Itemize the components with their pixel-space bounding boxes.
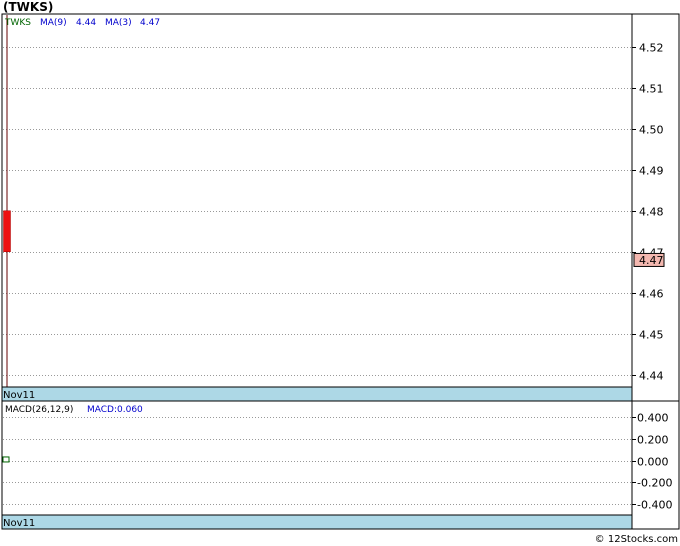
footer-credit: © 12Stocks.com [594,534,678,545]
price-tick-label: 4.49 [639,165,664,178]
chart-canvas: 4.44 4.45 4.46 4.47 4.48 4.49 4.50 4.51 4.52 TWK… [1,13,680,530]
price-panel: 4.44 4.45 4.46 4.47 4.48 4.49 4.50 4.51 4.52 TWK… [1,13,680,402]
macd-tick-label: -0.200 [637,477,672,490]
price-tick-label: 4.44 [639,370,664,383]
macd-tick-label: 0.400 [637,412,669,425]
price-tick-label: 4.50 [639,124,664,137]
legend-macd-params: MACD(26,12,9) [5,405,73,415]
price-tick-label: 4.51 [639,83,664,96]
macd-tick-label: 0.200 [637,434,669,447]
price-tick-label: 4.46 [639,288,664,301]
price-tick-label: 4.45 [639,329,664,342]
macd-bar [2,456,10,463]
candle-body [3,210,11,252]
price-date-label: Nov11 [3,390,35,401]
macd-bars [2,456,10,463]
macd-panel: 0.400 0.200 0.000 -0.200 -0.400 MACD(26,12,9… [1,400,680,530]
macd-tick-label: 0.000 [637,456,669,469]
legend-ma3-value: 4.47 [140,18,160,28]
legend-macd-value: MACD:0.060 [87,405,143,415]
last-price-label: 4.47 [639,254,664,267]
price-tick-label: 4.48 [639,206,664,219]
macd-date-label: Nov11 [3,518,35,529]
legend-ma9-label: MA(9) [40,18,67,28]
legend-ma9-value: 4.44 [76,18,96,28]
price-plot-frame [1,13,633,388]
price-date-bar [1,386,633,402]
price-tick-label: 4.52 [639,42,664,55]
macd-date-bar [1,514,633,530]
legend-ma3-label: MA(3) [105,18,132,28]
macd-plot-frame [1,400,633,516]
macd-tick-label: -0.400 [637,499,672,512]
legend-symbol: TWKS [4,18,31,28]
last-price-tag: 4.47 [633,252,665,267]
